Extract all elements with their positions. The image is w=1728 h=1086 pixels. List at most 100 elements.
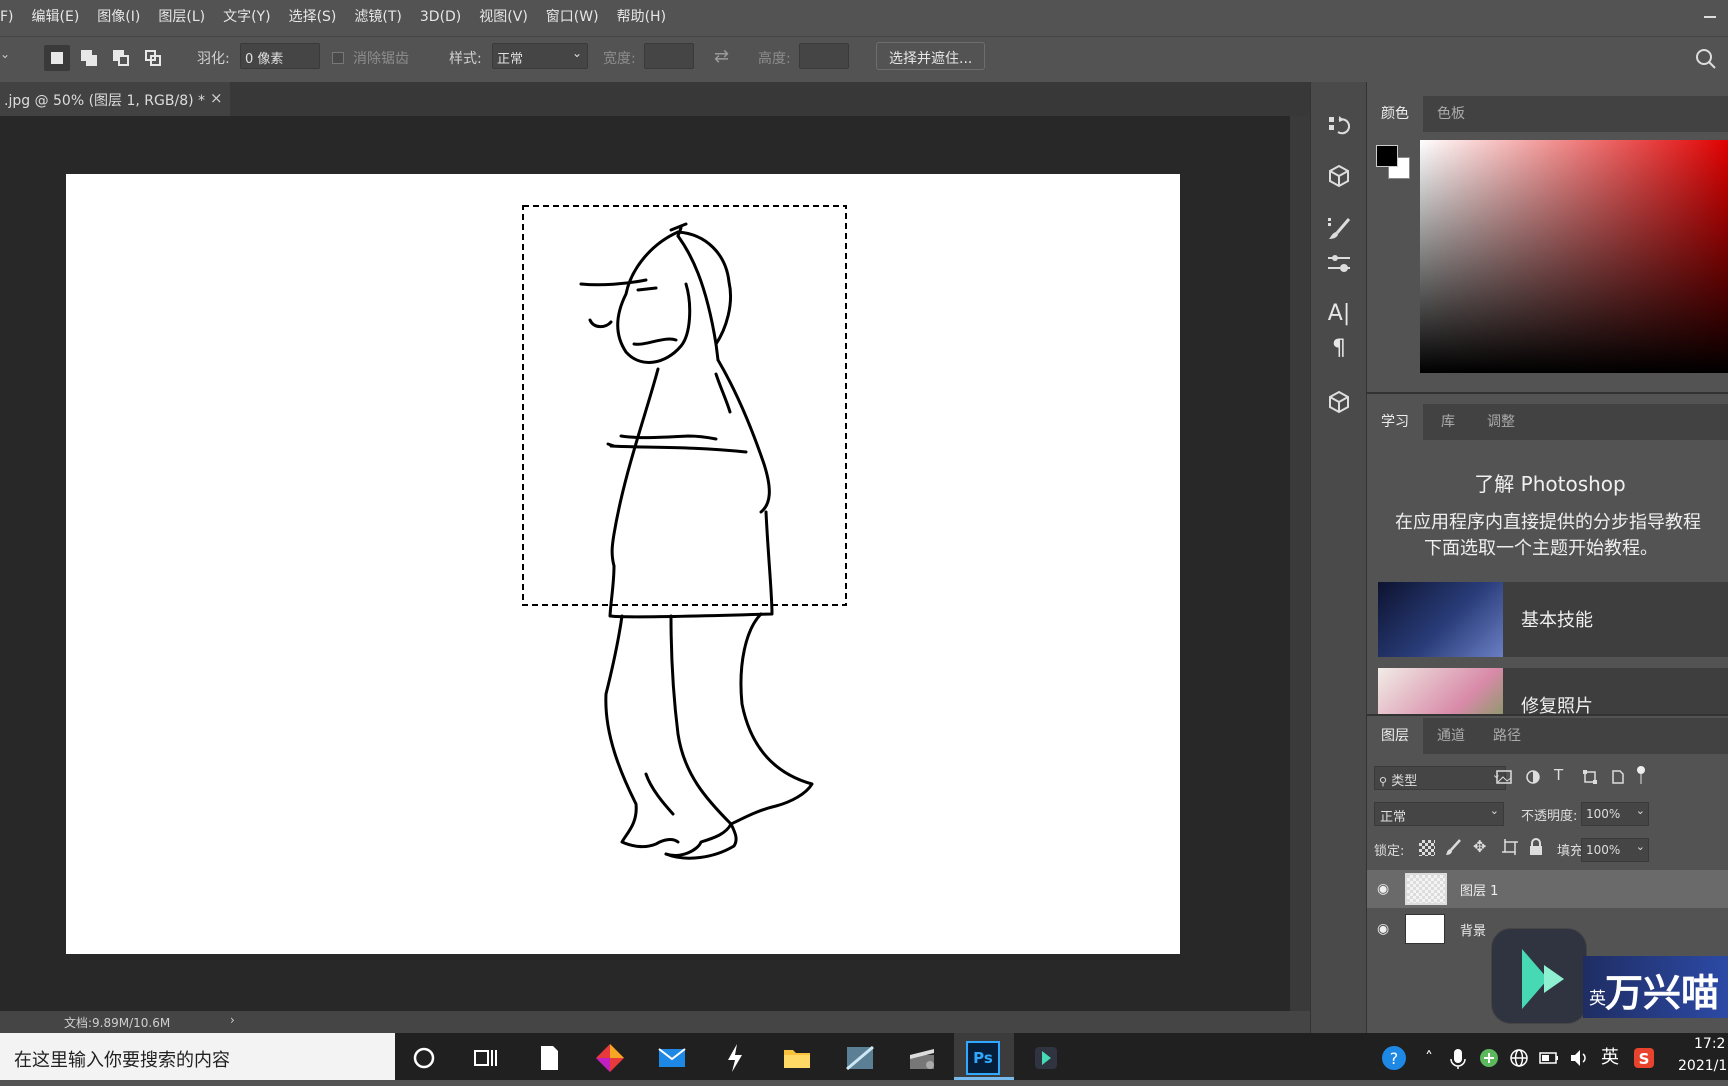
vertical-scrollbar[interactable] bbox=[1290, 116, 1310, 1011]
cube-icon[interactable] bbox=[1325, 388, 1353, 416]
tab-adjustments[interactable]: 调整 bbox=[1473, 404, 1529, 440]
mail-icon[interactable] bbox=[655, 1041, 689, 1075]
menu-edit[interactable]: 编辑(E) bbox=[23, 0, 89, 34]
antialias-checkbox[interactable] bbox=[332, 52, 344, 64]
minimize-button[interactable] bbox=[1700, 6, 1720, 26]
filter-toggle-icon[interactable] bbox=[1637, 766, 1647, 788]
menu-view[interactable]: 视图(V) bbox=[470, 0, 537, 34]
tab-libraries[interactable]: 库 bbox=[1423, 404, 1473, 440]
visibility-eye-icon[interactable]: ◉ bbox=[1377, 881, 1395, 897]
menu-3d[interactable]: 3D(D) bbox=[411, 0, 470, 34]
filter-shape-icon[interactable] bbox=[1581, 768, 1599, 786]
blend-mode-select[interactable]: 正常 ⌄ bbox=[1374, 802, 1504, 826]
blend-mode-value: 正常 bbox=[1380, 810, 1407, 825]
photoshop-icon[interactable]: Ps bbox=[966, 1041, 1000, 1075]
width-input[interactable] bbox=[644, 43, 694, 69]
3d-object-icon[interactable] bbox=[1325, 162, 1353, 190]
lock-artboard-icon[interactable] bbox=[1501, 838, 1519, 856]
document-canvas[interactable] bbox=[66, 174, 1180, 954]
panel-icon-strip: A| ¶ bbox=[1310, 82, 1366, 1033]
microphone-icon[interactable] bbox=[1447, 1041, 1469, 1075]
lightning-app-icon[interactable] bbox=[718, 1041, 752, 1075]
clock-date[interactable]: 2021/1 bbox=[1678, 1058, 1727, 1074]
style-select[interactable]: 正常 ⌄ bbox=[492, 43, 588, 69]
topic-card[interactable]: 基本技能 bbox=[1378, 582, 1728, 657]
menu-select[interactable]: 选择(S) bbox=[280, 0, 346, 34]
fill-input[interactable]: 100% ⌄ bbox=[1581, 838, 1649, 862]
select-and-mask-button[interactable]: 选择并遮住... bbox=[876, 42, 986, 70]
sogou-icon[interactable]: S bbox=[1632, 1041, 1656, 1075]
document-tab-title: .jpg @ 50% (图层 1, RGB/8) * bbox=[4, 93, 206, 109]
tab-color[interactable]: 颜色 bbox=[1367, 96, 1423, 132]
menu-help[interactable]: 帮助(H) bbox=[608, 0, 675, 34]
new-selection-button[interactable] bbox=[44, 45, 70, 71]
menu-layer[interactable]: 图层(L) bbox=[149, 0, 214, 34]
add-to-selection-button[interactable] bbox=[76, 45, 102, 71]
lock-pixels-icon[interactable] bbox=[1445, 838, 1463, 856]
installer-icon[interactable] bbox=[1029, 1041, 1063, 1075]
volume-icon[interactable] bbox=[1568, 1041, 1590, 1075]
network-globe-icon[interactable] bbox=[1508, 1041, 1530, 1075]
topic-card[interactable]: 修复照片 bbox=[1378, 668, 1728, 714]
document-tab[interactable]: .jpg @ 50% (图层 1, RGB/8) * × bbox=[0, 82, 230, 116]
chevron-down-icon: ⌄ bbox=[1635, 804, 1645, 817]
subtract-selection-button[interactable] bbox=[108, 45, 134, 71]
visibility-eye-icon[interactable]: ◉ bbox=[1377, 921, 1395, 937]
tab-learn[interactable]: 学习 bbox=[1367, 404, 1423, 440]
search-icon[interactable] bbox=[1694, 47, 1718, 71]
filter-adjustment-icon[interactable] bbox=[1524, 768, 1542, 786]
lock-transparency-icon[interactable] bbox=[1419, 840, 1435, 856]
menu-filter[interactable]: 滤镜(T) bbox=[345, 0, 410, 34]
intersect-selection-button[interactable] bbox=[140, 45, 166, 71]
battery-icon[interactable] bbox=[1538, 1041, 1560, 1075]
layer-filter-select[interactable]: ⚲ 类型 ⌄ bbox=[1374, 766, 1506, 790]
filter-type-icon[interactable]: T bbox=[1554, 766, 1572, 784]
history-icon[interactable] bbox=[1325, 112, 1353, 140]
clock-time[interactable]: 17:2 bbox=[1694, 1036, 1725, 1052]
layer-name: 背景 bbox=[1460, 924, 1487, 939]
help-icon[interactable]: ? bbox=[1380, 1041, 1408, 1075]
taskbar-search[interactable]: 在这里输入你要搜索的内容 bbox=[0, 1033, 395, 1080]
menu-file[interactable]: F) bbox=[0, 0, 23, 34]
brush-settings-icon[interactable] bbox=[1325, 214, 1353, 242]
foreground-color-swatch[interactable] bbox=[1376, 145, 1398, 167]
lock-all-icon[interactable] bbox=[1528, 838, 1544, 856]
topic-thumbnail bbox=[1378, 582, 1503, 657]
layer-row[interactable]: ◉ 图层 1 bbox=[1367, 870, 1728, 908]
video-editor-icon[interactable] bbox=[905, 1041, 939, 1075]
tab-paths[interactable]: 路径 bbox=[1479, 718, 1535, 754]
tab-swatches[interactable]: 色板 bbox=[1423, 96, 1479, 132]
feather-input[interactable]: 0 像素 bbox=[240, 43, 320, 69]
swap-icon[interactable]: ⇄ bbox=[714, 46, 736, 68]
tool-preset-icon[interactable]: ⌄ bbox=[0, 47, 24, 69]
height-input[interactable] bbox=[799, 43, 849, 69]
ime-indicator[interactable]: 英 bbox=[1598, 1041, 1622, 1075]
plus-tray-icon[interactable] bbox=[1478, 1041, 1500, 1075]
game-app-icon[interactable] bbox=[843, 1041, 877, 1075]
cortana-icon[interactable] bbox=[407, 1041, 441, 1075]
menu-window[interactable]: 窗口(W) bbox=[537, 0, 608, 34]
filter-image-icon[interactable] bbox=[1495, 768, 1513, 786]
adjustments-icon[interactable] bbox=[1325, 250, 1353, 278]
diamond-app-icon[interactable] bbox=[593, 1041, 627, 1075]
tab-channels[interactable]: 通道 bbox=[1423, 718, 1479, 754]
file-explorer-icon[interactable] bbox=[780, 1041, 814, 1075]
width-label: 宽度: bbox=[603, 51, 636, 67]
panel-divider bbox=[1367, 714, 1728, 716]
lock-position-icon[interactable]: ✥ bbox=[1473, 838, 1491, 856]
close-icon[interactable]: × bbox=[210, 89, 223, 107]
menu-type[interactable]: 文字(Y) bbox=[214, 0, 279, 34]
tab-layers[interactable]: 图层 bbox=[1367, 718, 1423, 754]
layers-panel-tabs: 图层 通道 路径 bbox=[1367, 718, 1728, 754]
file-app-icon[interactable] bbox=[532, 1041, 566, 1075]
character-icon[interactable]: A| bbox=[1325, 300, 1353, 328]
task-view-icon[interactable] bbox=[468, 1041, 502, 1075]
opacity-input[interactable]: 100% ⌄ bbox=[1581, 802, 1649, 826]
status-arrow-icon[interactable]: › bbox=[230, 1013, 235, 1027]
color-field[interactable] bbox=[1420, 140, 1728, 373]
status-bar: 文档:9.89M/10.6M › bbox=[0, 1011, 1310, 1033]
filter-smart-object-icon[interactable] bbox=[1609, 768, 1627, 786]
paragraph-icon[interactable]: ¶ bbox=[1325, 335, 1353, 363]
menu-image[interactable]: 图像(I) bbox=[88, 0, 149, 34]
chevron-up-icon[interactable]: ˄ bbox=[1418, 1041, 1440, 1075]
